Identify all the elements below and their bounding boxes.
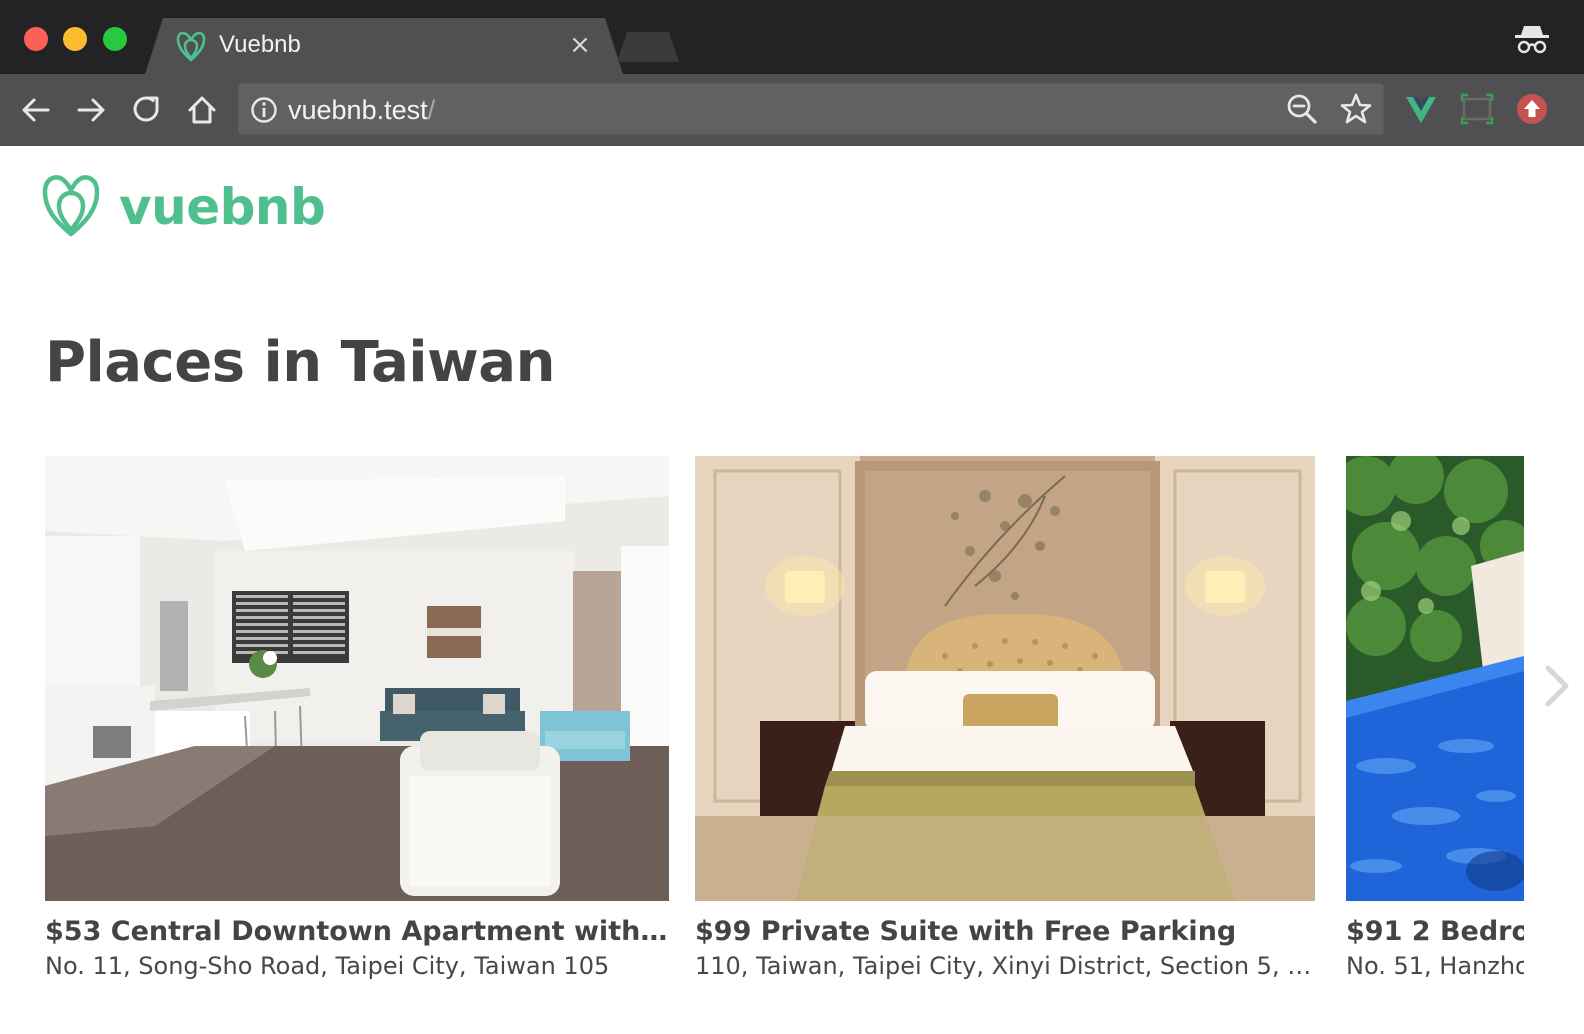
reload-icon[interactable] — [129, 92, 165, 128]
listing-address: No. 51, Hanzhong — [1346, 952, 1524, 980]
window-close-button[interactable] — [24, 27, 48, 51]
arrow-left-icon[interactable] — [18, 92, 54, 128]
window-zoom-button[interactable] — [103, 27, 127, 51]
swimming-pool-photo[interactable] — [1346, 456, 1524, 901]
vuebnb-logo-icon[interactable] — [42, 172, 100, 238]
zoom-out-icon[interactable] — [1285, 92, 1319, 126]
upload-icon[interactable] — [1515, 92, 1549, 126]
tab-title: Vuebnb — [219, 31, 301, 58]
new-tab-button[interactable] — [617, 32, 679, 62]
hotel-bedroom-photo[interactable] — [695, 456, 1315, 901]
listing-title[interactable]: $53 Central Downtown Apartment with ... — [45, 913, 669, 951]
listing-address: No. 11, Song-Sho Road, Taipei City, Taiw… — [45, 952, 610, 980]
page-title: Places in Taiwan — [45, 330, 555, 395]
url-path: / — [427, 95, 436, 125]
vuebnb-favicon-icon — [176, 31, 206, 62]
listing-card[interactable]: $53 Central Downtown Apartment with ... … — [45, 456, 669, 996]
home-icon[interactable] — [184, 92, 220, 128]
listing-title[interactable]: $99 Private Suite with Free Parking — [695, 913, 1315, 951]
incognito-icon — [1515, 26, 1549, 54]
listing-address: 110, Taiwan, Taipei City, Xinyi District… — [695, 952, 1315, 980]
living-room-kitchen-photo[interactable] — [45, 456, 669, 901]
arrow-right-icon[interactable] — [73, 92, 109, 128]
close-icon[interactable]: × — [568, 32, 592, 58]
url-host: vuebnb.test — [288, 95, 428, 125]
url-text[interactable]: vuebnb.test/ — [288, 94, 435, 126]
vue-logo-icon[interactable] — [1404, 92, 1438, 126]
chevron-right-icon[interactable] — [1540, 660, 1574, 712]
star-icon[interactable] — [1339, 92, 1373, 126]
browser-tab-active[interactable] — [145, 18, 623, 74]
listing-card[interactable]: $99 Private Suite with Free Parking 110,… — [695, 456, 1319, 996]
listing-card[interactable]: $91 2 Bedroom No. 51, Hanzhong — [1346, 456, 1524, 996]
logo-text[interactable]: vuebnb — [119, 176, 326, 238]
listing-title[interactable]: $91 2 Bedroom — [1346, 913, 1524, 951]
screen-capture-icon[interactable] — [1460, 92, 1494, 126]
window-minimize-button[interactable] — [63, 27, 87, 51]
info-icon[interactable] — [250, 96, 278, 124]
